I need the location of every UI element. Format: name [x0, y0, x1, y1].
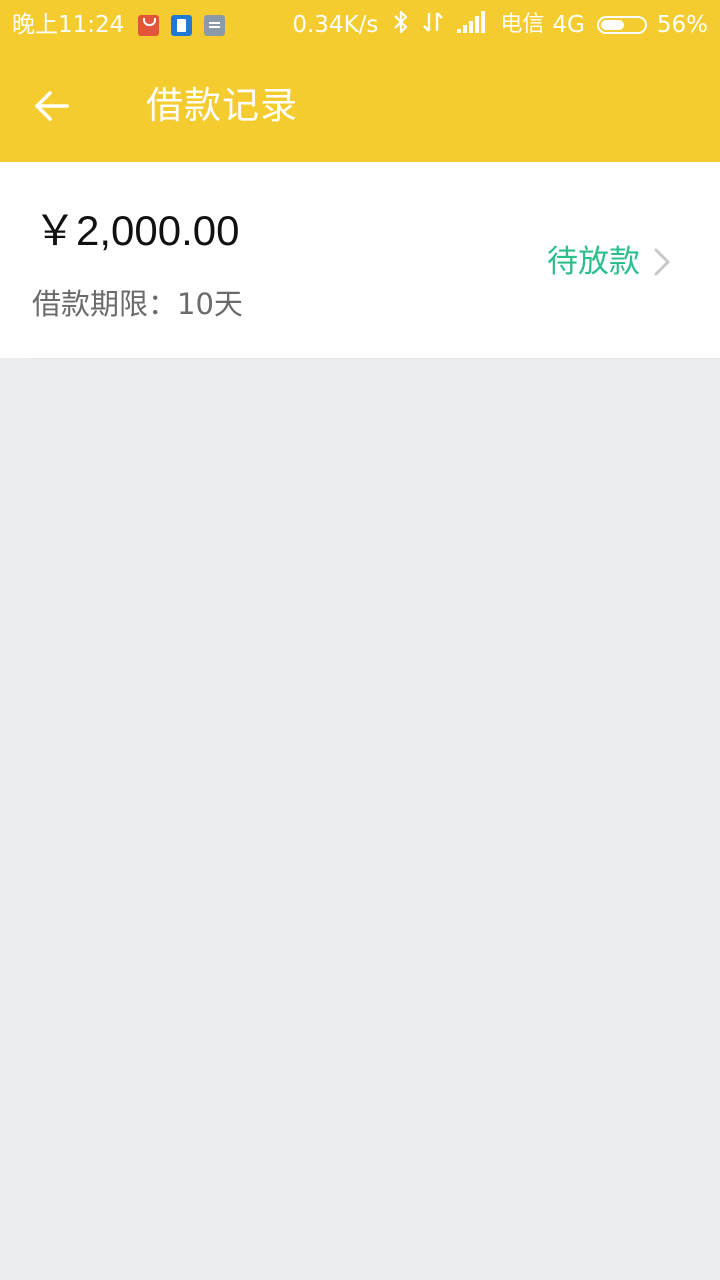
status-bar-left: 晚上11:24	[12, 10, 237, 40]
top-bar: 晚上11:24 0.34K/s 电信 4G 56% 借款记录	[0, 0, 720, 162]
arrow-left-icon	[35, 91, 69, 121]
status-bar: 晚上11:24 0.34K/s 电信 4G 56%	[0, 0, 720, 50]
app-header: 借款记录	[0, 50, 720, 162]
record-divider	[30, 358, 720, 359]
back-button[interactable]	[22, 76, 82, 136]
battery-icon	[596, 16, 647, 34]
status-time: 晚上11:24	[12, 12, 125, 38]
data-transfer-icon	[422, 9, 444, 41]
signal-icon	[456, 10, 488, 40]
battery-fill	[600, 20, 625, 30]
page-title: 借款记录	[146, 84, 298, 127]
bluetooth-icon	[392, 9, 410, 41]
network-speed: 0.34K/s	[292, 12, 379, 38]
loan-amount: ￥2,000.00	[34, 207, 240, 254]
loan-term-value: 10天	[177, 287, 243, 321]
loan-status-text: 待放款	[547, 244, 640, 280]
shop-bag-icon	[138, 14, 160, 36]
chevron-right-icon	[652, 247, 672, 277]
network-type: 4G	[552, 12, 585, 38]
status-bar-right: 0.34K/s 电信 4G 56%	[292, 10, 708, 40]
document-icon	[171, 14, 193, 36]
loan-term-label: 借款期限：	[32, 287, 178, 321]
loan-record-item[interactable]: ￥2,000.00 借款期限： 10天 待放款	[0, 162, 720, 359]
loan-term: 借款期限： 10天	[32, 282, 243, 326]
carrier-name: 电信	[500, 12, 545, 37]
app-screen: 晚上11:24 0.34K/s 电信 4G 56% 借款记录 ￥2,000.00…	[0, 0, 720, 1280]
message-icon	[204, 14, 226, 36]
loan-status: 待放款	[547, 240, 672, 284]
battery-percent: 56%	[656, 12, 708, 38]
